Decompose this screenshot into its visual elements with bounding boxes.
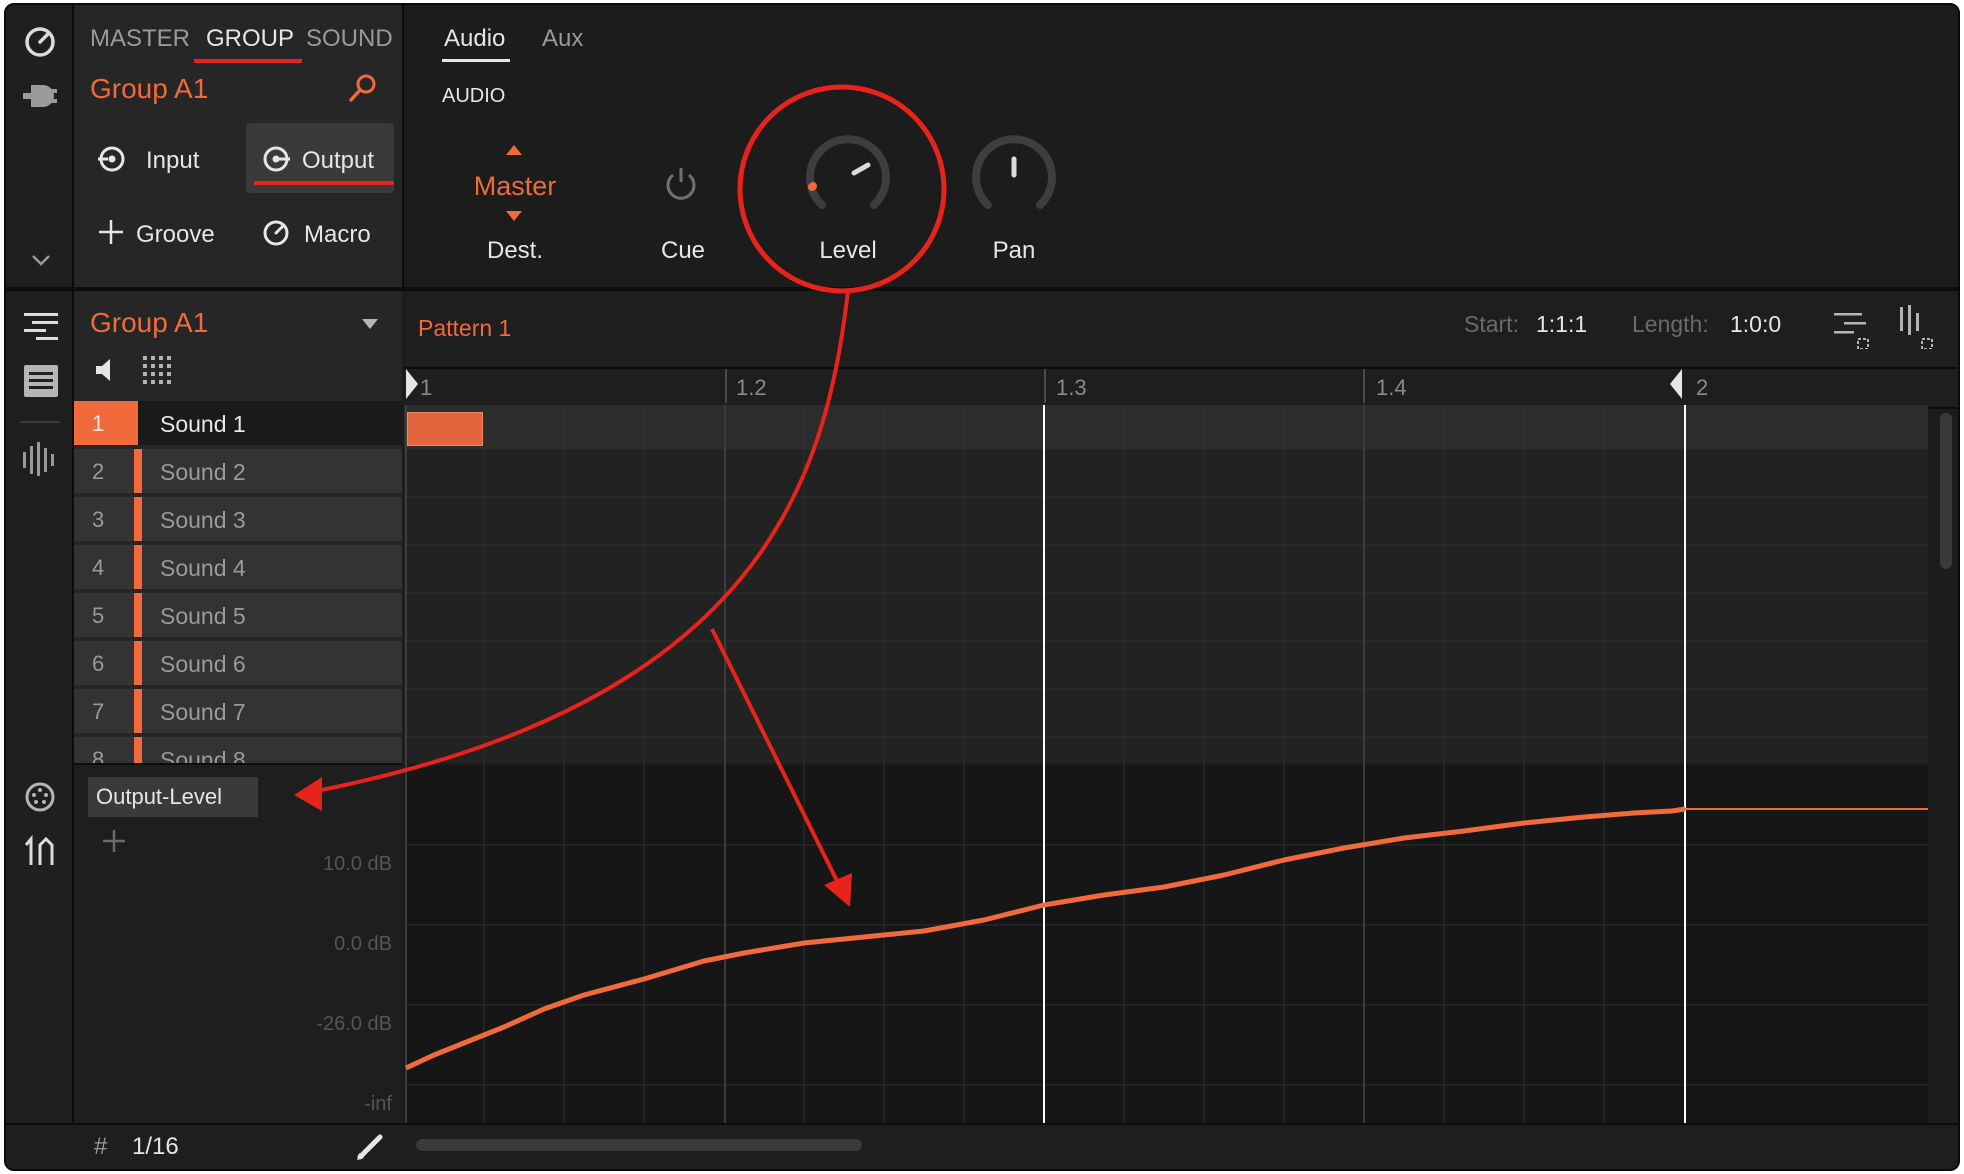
- main-frame: MASTER GROUP SOUND Group A1 Input Output…: [4, 3, 1960, 1171]
- level-highlight-circle: [737, 84, 947, 294]
- annotation-arrow-line: [710, 628, 844, 892]
- annotation-overlay: [6, 5, 1958, 1169]
- annotation-arrowhead: [824, 873, 852, 907]
- annotation-arrowhead: [294, 777, 322, 811]
- app-window: MASTER GROUP SOUND Group A1 Input Output…: [0, 0, 1964, 1174]
- annotation-arrow-curve: [305, 290, 850, 795]
